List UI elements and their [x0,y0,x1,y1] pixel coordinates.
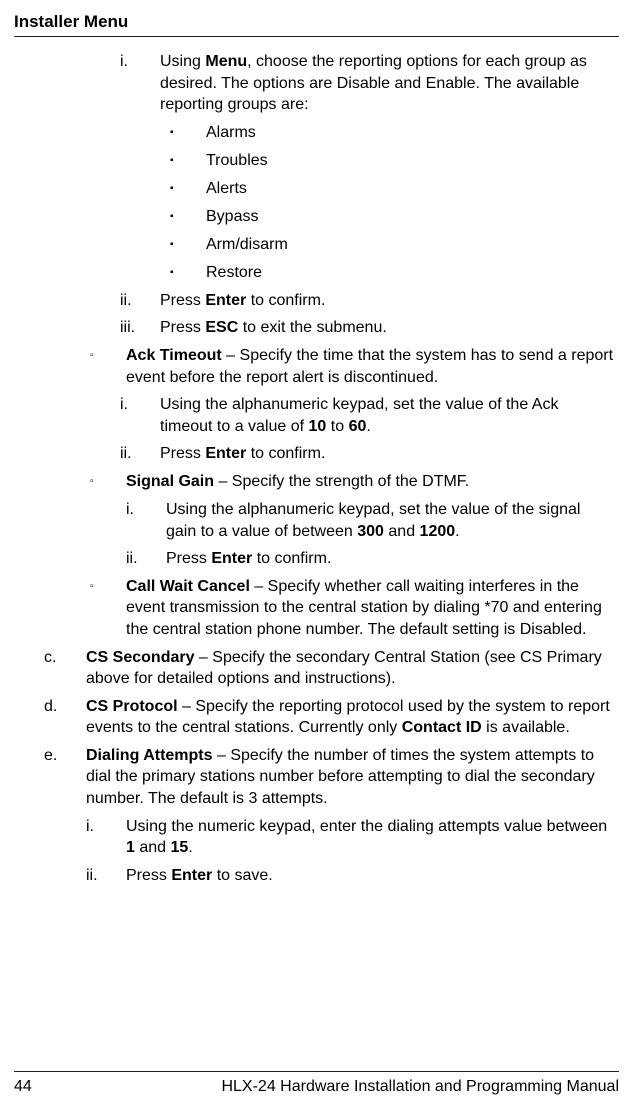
footer-title: HLX-24 Hardware Installation and Program… [221,1078,619,1096]
bullet-label: Restore [206,262,262,284]
bullet-item: ▪Troubles [14,150,619,172]
marker-i: i. [86,816,126,859]
item-e-i: i. Using the numeric keypad, enter the d… [14,816,619,859]
item-signal-gain: ▫ Signal Gain – Specify the strength of … [14,471,619,493]
bullet-item: ▪Alarms [14,122,619,144]
bullet-item: ▪Alerts [14,178,619,200]
page-content: i. Using Menu, choose the reporting opti… [14,51,619,886]
marker-iii: iii. [120,317,160,339]
sg-ii-body: Press Enter to confirm. [166,548,619,570]
bullet-label: Alarms [206,122,256,144]
marker-i: i. [120,394,160,437]
sg-i-body: Using the alphanumeric keypad, set the v… [166,499,619,542]
ack-body: Ack Timeout – Specify the time that the … [126,345,619,388]
bullet-label: Alerts [206,178,247,200]
bullet-marker: ▪ [170,122,206,144]
marker-c: c. [44,647,86,690]
item-e: e. Dialing Attempts – Specify the number… [14,745,619,810]
square-marker: ▫ [90,345,126,388]
bullet-label: Troubles [206,150,268,172]
marker-ii: ii. [120,290,160,312]
cw-body: Call Wait Cancel – Specify whether call … [126,576,619,641]
ack-i-body: Using the alphanumeric keypad, set the v… [160,394,619,437]
item-c: c. CS Secondary – Specify the secondary … [14,647,619,690]
bullet-marker: ▪ [170,150,206,172]
square-marker: ▫ [90,471,126,493]
item-d: d. CS Protocol – Specify the reporting p… [14,696,619,739]
marker-ii: ii. [86,865,126,887]
item-ack-timeout: ▫ Ack Timeout – Specify the time that th… [14,345,619,388]
item-iii: iii. Press ESC to exit the submenu. [14,317,619,339]
bullet-marker: ▪ [170,206,206,228]
c-body: CS Secondary – Specify the secondary Cen… [86,647,619,690]
item-i: i. Using Menu, choose the reporting opti… [14,51,619,116]
marker-ii: ii. [120,443,160,465]
marker-ii: ii. [126,548,166,570]
bullet-label: Bypass [206,206,258,228]
square-marker: ▫ [90,576,126,641]
item-ii: ii. Press Enter to confirm. [14,290,619,312]
e-ii-body: Press Enter to save. [126,865,619,887]
bullet-item: ▪Restore [14,262,619,284]
bullet-marker: ▪ [170,262,206,284]
item-sg-i: i. Using the alphanumeric keypad, set th… [14,499,619,542]
sg-body: Signal Gain – Specify the strength of th… [126,471,619,493]
body-iii: Press ESC to exit the submenu. [160,317,619,339]
item-call-wait: ▫ Call Wait Cancel – Specify whether cal… [14,576,619,641]
page-header: Installer Menu [14,12,619,37]
item-ack-i: i. Using the alphanumeric keypad, set th… [14,394,619,437]
d-body: CS Protocol – Specify the reporting prot… [86,696,619,739]
marker-d: d. [44,696,86,739]
marker-i: i. [120,51,160,116]
item-e-ii: ii. Press Enter to save. [14,865,619,887]
marker-i: i. [126,499,166,542]
ack-ii-body: Press Enter to confirm. [160,443,619,465]
body-ii: Press Enter to confirm. [160,290,619,312]
body-i: Using Menu, choose the reporting options… [160,51,619,116]
page-number: 44 [14,1078,32,1096]
marker-e: e. [44,745,86,810]
item-ack-ii: ii. Press Enter to confirm. [14,443,619,465]
e-i-body: Using the numeric keypad, enter the dial… [126,816,619,859]
page-footer: 44 HLX-24 Hardware Installation and Prog… [14,1071,619,1096]
item-sg-ii: ii. Press Enter to confirm. [14,548,619,570]
bullet-marker: ▪ [170,178,206,200]
bullet-item: ▪Bypass [14,206,619,228]
e-body: Dialing Attempts – Specify the number of… [86,745,619,810]
bullet-label: Arm/disarm [206,234,288,256]
bullet-marker: ▪ [170,234,206,256]
bullet-item: ▪Arm/disarm [14,234,619,256]
